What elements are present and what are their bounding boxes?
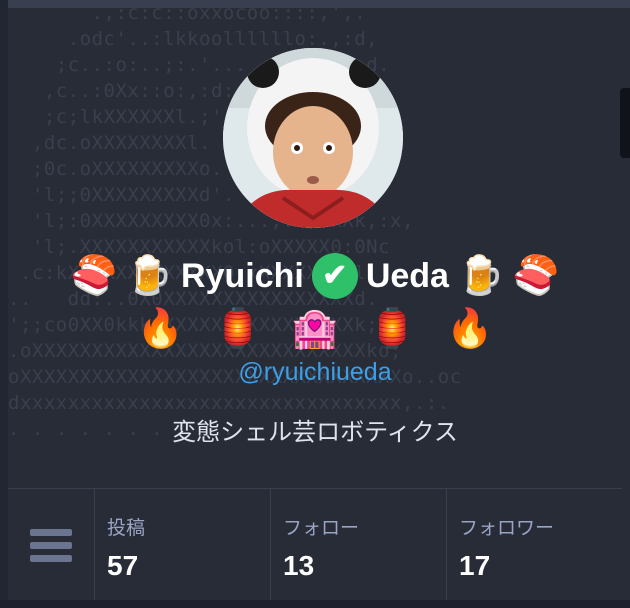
avatar[interactable] bbox=[223, 48, 403, 228]
sushi-emoji: 🍣 bbox=[512, 255, 560, 297]
name-last: Ueda bbox=[365, 256, 449, 295]
sushi-emoji: 🍣 bbox=[70, 255, 118, 297]
lantern-emoji: 🏮 bbox=[368, 306, 416, 350]
menu-icon bbox=[30, 528, 72, 562]
stat-posts[interactable]: 投稿 57 bbox=[95, 489, 271, 601]
avatar-image bbox=[223, 48, 403, 228]
profile-bio: 変態シェル芸ロボティクス bbox=[172, 418, 458, 446]
bottom-edge bbox=[0, 600, 630, 608]
stat-value: 13 bbox=[283, 550, 315, 581]
stat-value: 57 bbox=[107, 550, 139, 581]
stat-label: フォロー bbox=[283, 517, 360, 539]
stat-label: 投稿 bbox=[107, 517, 146, 539]
stat-following[interactable]: フォロー 13 bbox=[271, 489, 447, 601]
lantern-emoji: 🏮 bbox=[214, 306, 262, 350]
display-name-emoji-row: 🔥 🏮 🏩 🏮 🔥 bbox=[0, 298, 630, 358]
scroll-handle[interactable] bbox=[620, 88, 630, 158]
stat-value: 17 bbox=[459, 550, 491, 581]
stat-label: フォロワー bbox=[459, 517, 555, 539]
menu-button[interactable] bbox=[8, 489, 95, 601]
profile-stats-bar: 投稿 57 フォロー 13 フォロワー 17 bbox=[8, 488, 622, 601]
verified-icon: ✔ bbox=[311, 253, 358, 299]
fire-emoji: 🔥 bbox=[445, 306, 494, 350]
beer-emoji: 🍺 bbox=[456, 255, 505, 297]
love-hotel-emoji: 🏩 bbox=[291, 306, 339, 350]
account-handle-link[interactable]: @ryuichiueda bbox=[0, 358, 630, 387]
stat-followers[interactable]: フォロワー 17 bbox=[447, 489, 622, 601]
fire-emoji: 🔥 bbox=[136, 306, 184, 350]
display-name: 🍣 🍺 Ryuichi ✔ Ueda 🍺 🍣 bbox=[0, 246, 630, 306]
name-first: Ryuichi bbox=[181, 256, 304, 295]
beer-emoji: 🍺 bbox=[125, 255, 174, 297]
profile-card: .,:c:c::oxxocoo::::,',. .odc'..:lkkoolll… bbox=[0, 0, 630, 608]
